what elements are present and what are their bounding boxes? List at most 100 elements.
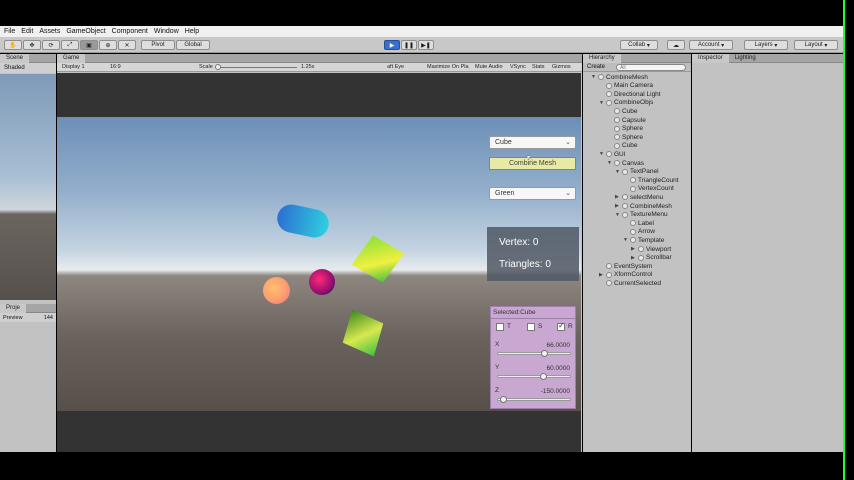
step-button[interactable]: ▶❚ (418, 40, 434, 50)
z-slider[interactable] (497, 398, 571, 401)
y-slider-knob[interactable] (540, 373, 547, 380)
layers-dropdown[interactable]: Layers ▾ (744, 40, 788, 50)
scene-view[interactable] (0, 74, 56, 300)
pause-button[interactable]: ❚❚ (401, 40, 417, 50)
expand-arrow-icon[interactable]: ▼ (599, 151, 606, 157)
menu-item-edit[interactable]: Edit (21, 28, 33, 35)
x-slider[interactable] (497, 352, 571, 355)
hierarchy-item[interactable]: Main Camera (599, 82, 653, 90)
menu-item-component[interactable]: Component (112, 28, 148, 35)
tab-project[interactable]: Proje (0, 303, 27, 313)
scale-toggle[interactable] (527, 323, 535, 331)
expand-arrow-icon[interactable]: ▼ (615, 169, 622, 175)
hierarchy-item[interactable]: Arrow (623, 228, 655, 236)
tab-game[interactable]: Game (57, 53, 86, 63)
display-dropdown[interactable]: Display 1 (62, 64, 85, 70)
hierarchy-item[interactable]: EventSystem (599, 262, 652, 270)
z-slider-knob[interactable] (500, 396, 507, 403)
hierarchy-item[interactable]: ▼ Canvas (607, 159, 644, 167)
menu-item-help[interactable]: Help (185, 28, 199, 35)
hierarchy-item[interactable]: ▶ XformControl (599, 271, 652, 279)
menu-item-file[interactable]: File (4, 28, 15, 35)
hierarchy-item[interactable]: Sphere (607, 125, 643, 133)
collapse-arrow-icon[interactable]: ▶ (631, 255, 638, 261)
preview-label[interactable]: Preview (3, 315, 23, 321)
transform-tool-icon[interactable]: ⊕ (99, 40, 117, 50)
collapse-arrow-icon[interactable]: ▶ (631, 246, 638, 252)
hierarchy-item[interactable]: ▶ Viewport (631, 245, 671, 253)
hierarchy-item[interactable]: ▶ CombineMesh (615, 202, 672, 210)
hierarchy-item-label: TextPanel (630, 168, 659, 176)
hierarchy-item[interactable]: VertexCount (623, 185, 674, 193)
x-slider-knob[interactable] (541, 350, 548, 357)
hierarchy-search-input[interactable] (616, 64, 686, 71)
hierarchy-item[interactable]: ▼ GUI (599, 150, 626, 158)
hierarchy-item[interactable]: TriangleCount (623, 176, 679, 184)
hierarchy-item[interactable]: ▼ TextPanel (615, 168, 659, 176)
sphere-object-orange[interactable] (263, 277, 290, 304)
tab-lighting[interactable]: Lighting (729, 54, 762, 63)
stats-option[interactable]: Stats (532, 64, 545, 70)
game-viewport[interactable]: Cube ⌄ Combine Mesh Green ⌄ Vertex: 0 Tr… (57, 73, 581, 452)
shape-dropdown[interactable]: Cube ⌄ (489, 136, 576, 149)
create-dropdown[interactable]: Create (587, 64, 605, 70)
hierarchy-item[interactable]: Directional Light (599, 90, 661, 98)
scale-tool-icon[interactable]: ⤢ (61, 40, 79, 50)
aspect-dropdown[interactable]: 16:9 (110, 64, 121, 70)
layout-dropdown[interactable]: Layout ▾ (794, 40, 838, 50)
menu-item-gameobject[interactable]: GameObject (66, 28, 105, 35)
expand-arrow-icon[interactable]: ▼ (623, 237, 630, 243)
project-tabbar: Proje (0, 303, 56, 313)
expand-arrow-icon[interactable]: ▼ (607, 160, 614, 166)
hierarchy-item[interactable]: ▼ Template (623, 236, 664, 244)
play-button[interactable]: ▶ (384, 40, 400, 50)
expand-arrow-icon[interactable]: ▼ (599, 100, 606, 106)
hierarchy-item[interactable]: Capsule (607, 116, 646, 124)
translate-toggle[interactable] (496, 323, 504, 331)
gizmos-option[interactable]: Gizmos (552, 64, 571, 70)
hierarchy-item[interactable]: ▼ TextureMenu (615, 211, 668, 219)
rotate-toggle[interactable]: ✓ (557, 321, 565, 331)
hierarchy-item[interactable]: CurrentSelected (599, 279, 661, 287)
hierarchy-item[interactable]: ▶ selectMenu (615, 193, 663, 201)
collapse-arrow-icon[interactable]: ▶ (615, 203, 622, 209)
project-toolbar: Preview 144 (0, 313, 56, 322)
hand-tool-icon[interactable]: ✋ (4, 40, 22, 50)
rotate-tool-icon[interactable]: ⟳ (42, 40, 60, 50)
cloud-icon[interactable]: ☁ (667, 40, 685, 50)
move-tool-icon[interactable]: ✥ (23, 40, 41, 50)
gameobject-icon (606, 151, 612, 158)
custom-tool-icon[interactable]: ✕ (118, 40, 136, 50)
hierarchy-item[interactable]: Cube (607, 107, 638, 115)
collapse-arrow-icon[interactable]: ▶ (599, 272, 606, 278)
tab-scene[interactable]: Scene (0, 53, 30, 63)
hierarchy-item[interactable]: Label (623, 219, 654, 227)
pivot-button[interactable]: Pivot (141, 40, 175, 50)
hierarchy-item[interactable]: Sphere (607, 133, 643, 141)
stereo-option[interactable]: aft Eye (387, 64, 404, 70)
mute-option[interactable]: Mute Audio (475, 64, 503, 70)
scale-slider[interactable] (215, 67, 297, 68)
tab-inspector[interactable]: Inspector (692, 53, 729, 63)
hierarchy-item[interactable]: ▼ CombineObjs (599, 99, 653, 107)
expand-arrow-icon[interactable]: ▼ (591, 74, 598, 80)
scene-shading-dropdown[interactable]: Shaded (0, 63, 56, 73)
maximize-option[interactable]: Maximize On Pla (427, 64, 469, 70)
y-slider[interactable] (497, 375, 571, 378)
hierarchy-item[interactable]: ▶ Scrollbar (631, 254, 672, 262)
collab-dropdown[interactable]: Collab ▾ (620, 40, 658, 50)
menu-item-window[interactable]: Window (154, 28, 179, 35)
sphere-object-magenta[interactable] (309, 269, 335, 295)
hierarchy-item[interactable]: ▼ CombineMesh (591, 73, 648, 81)
scale-slider-knob[interactable] (215, 64, 221, 70)
tab-hierarchy[interactable]: Hierarchy (583, 53, 621, 63)
account-dropdown[interactable]: Account ▾ (689, 40, 733, 50)
expand-arrow-icon[interactable]: ▼ (615, 212, 622, 218)
vsync-option[interactable]: VSync (510, 64, 526, 70)
rect-tool-icon[interactable]: ▣ (80, 40, 98, 50)
hierarchy-item[interactable]: Cube (607, 142, 638, 150)
color-dropdown[interactable]: Green ⌄ (489, 187, 576, 200)
global-button[interactable]: Global (176, 40, 210, 50)
menu-item-assets[interactable]: Assets (39, 28, 60, 35)
collapse-arrow-icon[interactable]: ▶ (615, 194, 622, 200)
